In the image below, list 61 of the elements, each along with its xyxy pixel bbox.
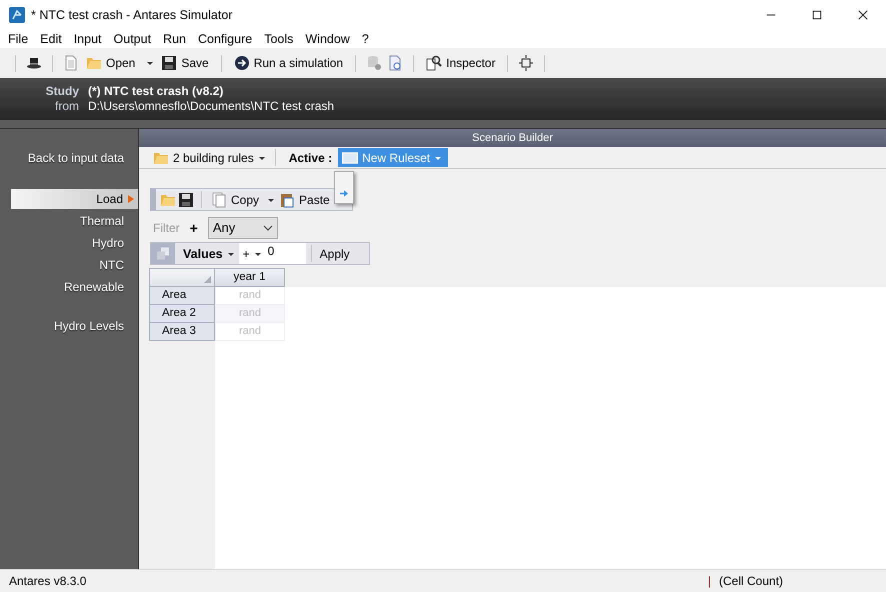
inspector-button[interactable]: Inspector (424, 55, 498, 71)
cell-count: (Cell Count) (719, 574, 784, 588)
arrow-right-icon[interactable] (340, 190, 348, 197)
row-header[interactable]: Area (149, 287, 215, 305)
apply-button[interactable]: Apply (316, 246, 356, 260)
filter-label: Filter (153, 220, 180, 234)
filter-dropdown[interactable]: Any (208, 216, 278, 238)
menu-item[interactable]: Configure (192, 32, 258, 46)
save-button[interactable]: Save (159, 55, 211, 71)
study-label: Study (44, 84, 79, 99)
app-icon (9, 7, 25, 23)
arrow-circle-icon (234, 55, 250, 71)
rules-dropdown[interactable]: 2 building rules (151, 150, 268, 166)
triangle-icon (128, 195, 134, 203)
sidebar-item[interactable]: Thermal (80, 211, 138, 231)
study-name: (*) NTC test crash (v8.2) (88, 84, 224, 99)
window-icon (342, 150, 358, 166)
back-link[interactable]: Back to input data (28, 151, 124, 169)
menu-item[interactable]: Window (299, 32, 356, 46)
sidebar-item[interactable]: Renewable (64, 277, 138, 297)
paste-button[interactable]: Paste (277, 192, 332, 208)
resize-corner-icon (204, 276, 211, 283)
sidebar-item[interactable]: Hydro Levels (54, 316, 138, 336)
sidebar-item[interactable]: NTC (99, 255, 138, 275)
menu-item[interactable]: ? (356, 32, 375, 46)
column-header[interactable]: year 1 (215, 268, 285, 287)
menu-item[interactable]: Tools (258, 32, 300, 46)
operator-dropdown[interactable]: + (238, 243, 266, 264)
from-label: from (54, 99, 79, 114)
menu-item[interactable]: Input (68, 32, 108, 46)
study-path: D:\Users\omnesflo\Documents\NTC test crash (88, 99, 334, 114)
sidebar-item[interactable]: Hydro (92, 233, 138, 253)
panel-header: Scenario Builder (139, 129, 886, 147)
menu-item[interactable]: Output (108, 32, 158, 46)
move-icon[interactable] (518, 55, 534, 71)
save-icon[interactable] (178, 192, 194, 208)
window-title: * NTC test crash - Antares Simulator (31, 8, 234, 22)
copy-button[interactable]: Copy (209, 192, 262, 208)
folder-icon (86, 55, 102, 71)
caret-icon[interactable] (146, 59, 154, 67)
copy-icon (211, 192, 227, 208)
row-header[interactable]: Area 3 (149, 323, 215, 341)
value-field[interactable]: 0 (266, 243, 306, 264)
open-button[interactable]: Open (84, 55, 138, 71)
values-dropdown[interactable]: Values (175, 246, 239, 260)
menu-item[interactable]: Edit (34, 32, 68, 46)
magnifier-icon (426, 55, 442, 71)
chevron-down-icon (262, 224, 273, 230)
row-header[interactable]: Area 2 (149, 305, 215, 323)
top-hat-icon[interactable] (26, 55, 42, 71)
menu-item[interactable]: File (2, 32, 34, 46)
new-document-icon[interactable] (63, 55, 79, 71)
sidebar-item[interactable]: Load (11, 189, 138, 209)
status-text: Antares v8.3.0 (9, 574, 88, 588)
squares-icon[interactable] (151, 243, 175, 264)
filter-operator: + (190, 220, 198, 236)
status-separator: | (708, 574, 711, 588)
menu-item[interactable]: Run (157, 32, 192, 46)
active-label: Active : (288, 150, 332, 164)
run-simulation-button[interactable]: Run a simulation (232, 55, 346, 71)
clipboard-icon (279, 192, 296, 208)
